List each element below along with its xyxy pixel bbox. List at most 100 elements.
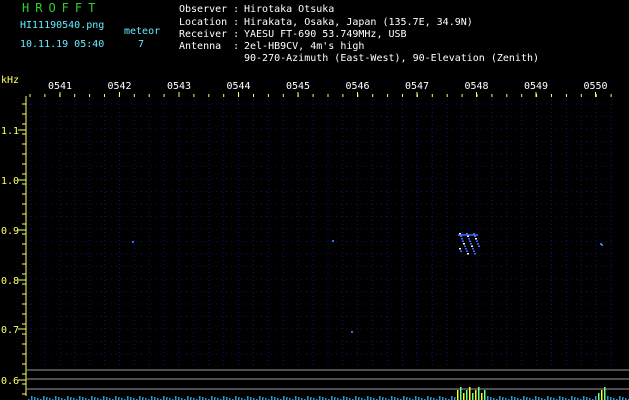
noise-bar xyxy=(484,390,486,400)
noise-bar xyxy=(595,396,597,400)
noise-bar xyxy=(295,396,297,400)
noise-bar xyxy=(103,396,105,400)
noise-bar xyxy=(604,387,606,400)
noise-bar xyxy=(439,396,441,400)
meteor-echo-point xyxy=(332,240,334,242)
noise-bar xyxy=(469,387,471,400)
meteor-echo-point xyxy=(472,248,474,250)
noise-bar xyxy=(67,396,69,400)
noise-bar xyxy=(199,396,201,400)
freq-label: 1.1 xyxy=(1,126,19,137)
noise-bar xyxy=(478,387,480,400)
meteor-echo-point xyxy=(460,250,462,252)
time-label: 0542 xyxy=(107,81,131,92)
meteor-echo-point xyxy=(462,240,464,242)
time-label: 0550 xyxy=(583,81,607,92)
noise-bar xyxy=(163,396,165,400)
meteor-echo-point xyxy=(463,243,465,245)
noise-bar xyxy=(487,396,489,400)
freq-label: 0.6 xyxy=(1,376,19,387)
noise-bar xyxy=(151,396,153,400)
noise-bar xyxy=(139,396,141,400)
noise-bar xyxy=(343,396,345,400)
time-label: 0549 xyxy=(524,81,548,92)
noise-bar xyxy=(247,396,249,400)
meteor-echo-point xyxy=(461,238,463,240)
meteor-echo-point xyxy=(467,253,469,255)
noise-bar xyxy=(607,396,609,400)
time-label: 0547 xyxy=(405,81,429,92)
meteor-echo-point xyxy=(466,250,468,252)
meteor-echo-point xyxy=(465,248,467,250)
noise-bar xyxy=(115,396,117,400)
meteor-echo-point xyxy=(474,253,476,255)
meteor-echo-point xyxy=(471,245,473,247)
meteor-echo-point xyxy=(475,238,477,240)
noise-bar xyxy=(481,393,483,400)
noise-bar xyxy=(283,396,285,400)
time-label: 0541 xyxy=(48,81,72,92)
noise-bar xyxy=(91,396,93,400)
noise-bar xyxy=(331,396,333,400)
freq-label: 0.9 xyxy=(1,226,19,237)
freq-label: 0.7 xyxy=(1,325,19,336)
meteor-echo-point xyxy=(351,331,353,333)
noise-bar xyxy=(391,396,393,400)
noise-bar xyxy=(367,396,369,400)
time-label: 0545 xyxy=(286,81,310,92)
noise-bar xyxy=(79,396,81,400)
noise-bar xyxy=(127,396,129,400)
noise-bar xyxy=(43,396,45,400)
noise-bar xyxy=(535,396,537,400)
noise-bar xyxy=(475,390,477,400)
meteor-echo-point xyxy=(470,243,472,245)
noise-bar xyxy=(415,396,417,400)
noise-bar xyxy=(403,396,405,400)
meteor-echo-point xyxy=(473,250,475,252)
meteor-echo-point xyxy=(478,245,480,247)
meteor-echo-point xyxy=(464,245,466,247)
noise-bar xyxy=(466,390,468,400)
noise-bar xyxy=(235,396,237,400)
meteor-echo-point xyxy=(132,241,134,243)
noise-bar xyxy=(559,396,561,400)
spectrogram: 0541 0542 0543 0544 0545 0546 0547 0548 0549 0550… xyxy=(1,81,629,400)
time-label: 0544 xyxy=(226,81,250,92)
noise-bar xyxy=(472,393,474,400)
noise-bar xyxy=(457,390,459,400)
noise-bar xyxy=(601,390,603,400)
time-label: 0546 xyxy=(345,81,369,92)
noise-bar xyxy=(547,396,549,400)
noise-bar xyxy=(31,396,33,400)
noise-bar xyxy=(583,396,585,400)
noise-bar xyxy=(523,396,525,400)
meteor-echo-point xyxy=(459,248,461,250)
meteor-echo-point xyxy=(476,240,478,242)
noise-bar xyxy=(355,396,357,400)
meteor-echo-point xyxy=(477,243,479,245)
noise-bar xyxy=(211,396,213,400)
noise-bar xyxy=(598,393,600,400)
noise-bar xyxy=(223,396,225,400)
noise-bar xyxy=(187,396,189,400)
meteor-echo-point xyxy=(468,238,470,240)
time-label: 0548 xyxy=(464,81,488,92)
meteor-echoes xyxy=(132,233,603,333)
meteor-echo-point xyxy=(601,244,603,246)
noise-bar xyxy=(463,393,465,400)
noise-bar xyxy=(271,396,273,400)
noise-bar xyxy=(460,387,462,400)
noise-bar xyxy=(307,396,309,400)
noise-bar xyxy=(499,396,501,400)
meteor-echo-point xyxy=(469,240,471,242)
time-label: 0543 xyxy=(167,81,191,92)
noise-bar xyxy=(379,396,381,400)
noise-bar xyxy=(619,396,621,400)
freq-label: 0.8 xyxy=(1,276,19,287)
noise-bar xyxy=(427,396,429,400)
noise-bar xyxy=(259,396,261,400)
noise-bar xyxy=(451,396,453,400)
noise-bar xyxy=(511,396,513,400)
noise-bar xyxy=(319,396,321,400)
freq-label: 1.0 xyxy=(1,176,19,187)
